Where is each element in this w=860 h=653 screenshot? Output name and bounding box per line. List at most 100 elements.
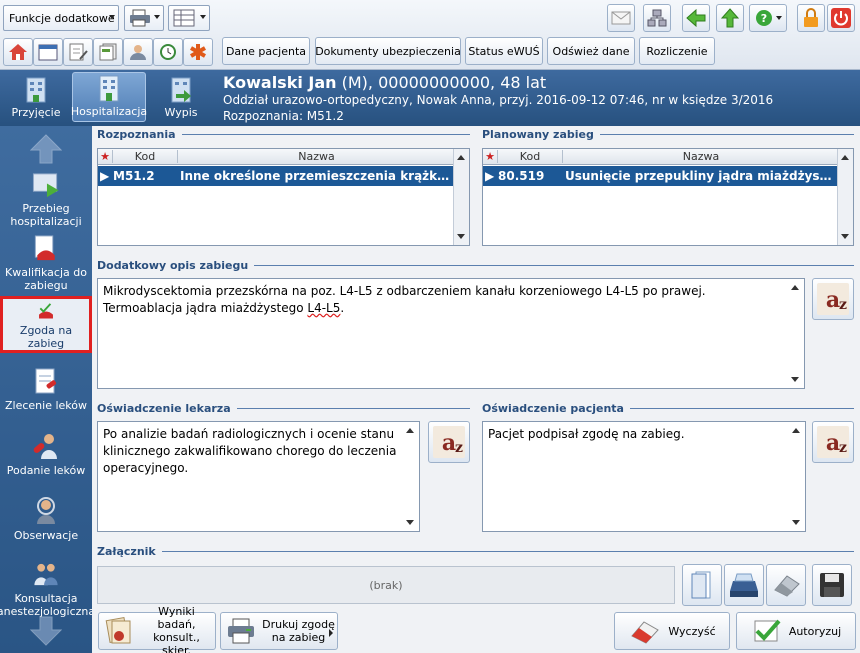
svg-text:a: a xyxy=(442,430,456,456)
emergency-button[interactable] xyxy=(183,38,213,66)
mode-hospitalization[interactable]: Hospitalizacja xyxy=(71,72,147,122)
extra-title: Dodatkowy opis zabiegu xyxy=(97,259,249,272)
scroll-up-arrow[interactable] xyxy=(457,155,465,160)
functions-dropdown[interactable]: Funkcje dodatkowe xyxy=(3,5,119,31)
scroll-down-arrow[interactable] xyxy=(791,377,799,382)
required-icon: ★ xyxy=(100,150,110,163)
table-row[interactable]: ▶ 80.519 Usunięcie przepukliny jądra mia… xyxy=(483,166,837,186)
scroll-down-arrow[interactable] xyxy=(406,520,414,525)
checkmark-document-icon xyxy=(754,619,781,642)
layout-dropdown[interactable] xyxy=(168,5,210,31)
text-templates-icon: az xyxy=(817,283,849,315)
nurse-pill-icon xyxy=(33,434,57,459)
mode-discharge-label: Wypis xyxy=(164,106,198,119)
doctor-templates-button[interactable]: az xyxy=(428,421,470,463)
printer-icon xyxy=(130,9,150,27)
notes-button[interactable] xyxy=(63,38,93,66)
attachment-area[interactable]: (brak) xyxy=(97,566,675,604)
scroll-down-icon[interactable] xyxy=(30,616,62,646)
scroll-down-arrow[interactable] xyxy=(457,234,465,239)
save-attachment-button[interactable] xyxy=(812,564,852,606)
patient-details: (M), 00000000000, 48 lat xyxy=(336,73,547,92)
patient-statement-textarea[interactable]: Pacjet podpisał zgodę na zabieg. xyxy=(482,421,806,532)
scrollbar[interactable] xyxy=(837,149,853,245)
document-edit-icon xyxy=(69,43,88,61)
documents-button[interactable] xyxy=(93,38,123,66)
up-button[interactable] xyxy=(716,4,744,32)
templates-button[interactable]: az xyxy=(812,278,854,320)
column-name[interactable]: Nazwa xyxy=(563,150,839,163)
arrow-up-icon xyxy=(721,8,739,28)
consent-icon xyxy=(39,303,53,319)
scroll-up-arrow[interactable] xyxy=(406,428,414,433)
planned-grid[interactable]: ★ Kod Nazwa ▶ 80.519 Usunięcie przepukli… xyxy=(482,148,854,246)
mail-button[interactable] xyxy=(607,4,635,32)
scroll-up-arrow[interactable] xyxy=(841,155,849,160)
scrollbar[interactable] xyxy=(788,279,804,388)
sidebar-item-drug-administration[interactable]: Podanie leków xyxy=(0,431,92,483)
sidebar-item-surgery-consent[interactable]: Zgoda na zabieg xyxy=(0,296,92,353)
back-button[interactable] xyxy=(682,4,710,32)
tab-insurance-documents[interactable]: Dokumenty ubezpieczenia xyxy=(315,37,461,65)
attachment-section-title: Załącznik xyxy=(97,545,854,558)
authorize-button[interactable]: Autoryzuj xyxy=(736,612,856,650)
tab-refresh-data[interactable]: Odśwież dane xyxy=(547,37,635,65)
test-results-button[interactable]: Wyniki badań, konsult., skier. xyxy=(98,605,216,653)
sidebar-item-label: Przebieg hospitalizacji xyxy=(10,202,82,228)
patient-templates-button[interactable]: az xyxy=(812,421,854,463)
scrollbar[interactable] xyxy=(789,422,805,531)
sidebar-item-observations[interactable]: Obserwacje xyxy=(0,496,92,548)
arrow-left-icon xyxy=(686,9,706,27)
staff-button[interactable] xyxy=(123,38,153,66)
scan-button[interactable] xyxy=(724,564,764,606)
scroll-up-arrow[interactable] xyxy=(791,285,799,290)
help-dropdown[interactable]: ? xyxy=(749,4,787,32)
extra-description-textarea[interactable]: Mikrodyscektomia przezskórna na poz. L4-… xyxy=(97,278,805,389)
diagnoses-grid[interactable]: ★ Kod Nazwa ▶ M51.2 Inne określone przem… xyxy=(97,148,470,246)
open-attachment-button[interactable] xyxy=(682,564,722,606)
doctor-statement-textarea[interactable]: Po analizie badań radiologicznych i ocen… xyxy=(97,421,420,532)
lock-button[interactable] xyxy=(797,4,825,32)
attachment-title: Załącznik xyxy=(97,545,156,558)
print-consent-label: Drukuj zgodę na zabieg xyxy=(262,618,335,644)
patient-text: Pacjet podpisał zgodę na zabieg. xyxy=(488,427,685,441)
tab-patient-data[interactable]: Dane pacjenta xyxy=(222,37,310,65)
chevron-right-icon xyxy=(329,629,333,637)
help-icon: ? xyxy=(755,10,772,26)
functions-label: Funkcje dodatkowe xyxy=(9,11,115,25)
print-dropdown[interactable] xyxy=(124,5,164,31)
column-name[interactable]: Nazwa xyxy=(178,150,455,163)
column-code[interactable]: Kod xyxy=(112,150,178,163)
svg-text:a: a xyxy=(826,287,840,313)
column-code[interactable]: Kod xyxy=(497,150,563,163)
network-button[interactable] xyxy=(643,4,671,32)
scrollbar[interactable] xyxy=(453,149,469,245)
scroll-up-arrow[interactable] xyxy=(792,428,800,433)
clear-button[interactable]: Wyczyść xyxy=(614,612,730,650)
home-button[interactable] xyxy=(3,38,33,66)
sidebar-item-drug-order[interactable]: Zlecenie leków xyxy=(0,366,92,418)
delete-attachment-button[interactable] xyxy=(766,564,806,606)
power-button[interactable] xyxy=(827,4,855,32)
tab-ewus-status[interactable]: Status eWUŚ xyxy=(465,37,543,65)
scrollbar[interactable] xyxy=(403,422,419,531)
sidebar-item-hospitalization-course[interactable]: Przebieg hospitalizacji xyxy=(0,170,92,228)
calendar-button[interactable] xyxy=(33,38,63,66)
mode-admission[interactable]: Przyjęcie xyxy=(4,72,68,122)
planned-section-title: Planowany zabieg xyxy=(482,128,854,141)
mode-discharge[interactable]: Wypis xyxy=(150,72,212,122)
sidebar-item-label: Obserwacje xyxy=(13,529,79,542)
sidebar-item-label: Zlecenie leków xyxy=(5,399,87,412)
diagnoses-title: Rozpoznania xyxy=(97,128,176,141)
print-consent-button[interactable]: Drukuj zgodę na zabieg xyxy=(220,612,338,650)
scroll-down-arrow[interactable] xyxy=(792,520,800,525)
scroll-down-arrow[interactable] xyxy=(841,234,849,239)
diagnosis-name: Inne określone przemieszczenia krążka mi… xyxy=(180,169,452,183)
table-row[interactable]: ▶ M51.2 Inne określone przemieszczenia k… xyxy=(98,166,453,186)
sidebar-item-qualification[interactable]: Kwalifikacja do zabiegu xyxy=(0,234,92,292)
scroll-up-icon[interactable] xyxy=(30,134,62,164)
sidebar-item-anesthesia-consult[interactable]: Konsultacja anestezjologiczna xyxy=(0,560,92,618)
history-button[interactable] xyxy=(153,38,183,66)
divider xyxy=(254,265,854,266)
tab-settlement[interactable]: Rozliczenie xyxy=(639,37,715,65)
